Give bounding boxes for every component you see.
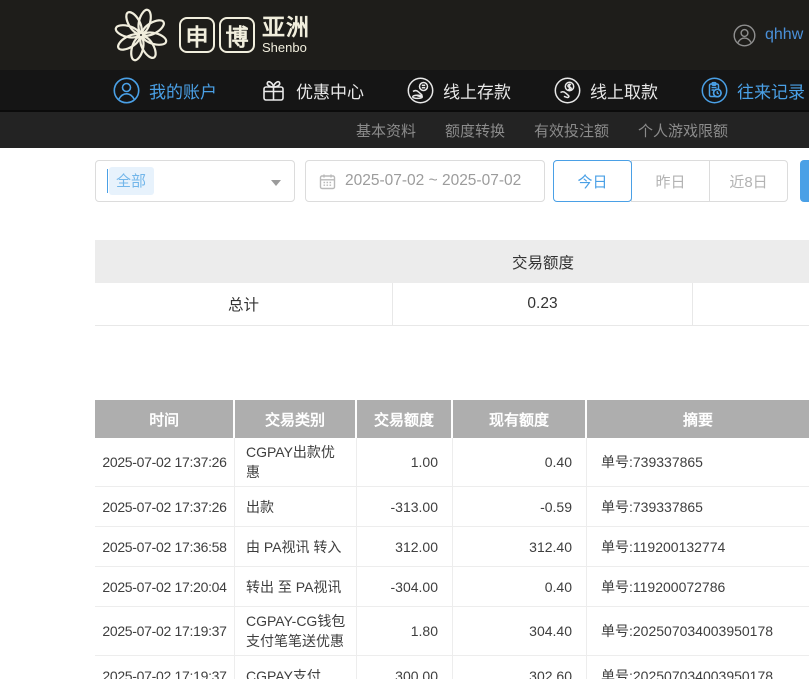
transactions-table: 时间 交易类别 交易额度 现有额度 摘要 2025-07-02 17:37:26… <box>95 400 809 679</box>
cell-category: 出款 <box>235 487 357 526</box>
cell-amount: -304.00 <box>357 567 453 606</box>
cell-category: 转出 至 PA视讯 <box>235 567 357 606</box>
cell-time: 2025-07-02 17:19:37 <box>95 656 235 679</box>
user-circle-icon <box>113 77 140 104</box>
logo-char-bo: 博 <box>219 17 255 53</box>
chevron-down-icon <box>271 180 281 186</box>
summary-empty-cell <box>693 283 809 325</box>
nav-label: 线上存款 <box>443 78 511 103</box>
nav-label: 我的账户 <box>149 78 217 103</box>
cell-category: 由 PA视讯 转入 <box>235 527 357 566</box>
user-account[interactable]: qhhw <box>733 0 803 70</box>
withdraw-hand-coin-icon <box>554 77 581 104</box>
nav-label: 优惠中心 <box>296 78 364 103</box>
cell-time: 2025-07-02 17:37:26 <box>95 487 235 526</box>
subnav-item-valid-bets[interactable]: 有效投注额 <box>534 120 609 141</box>
summary-total-row: 总计 0.23 <box>95 283 809 326</box>
cell-amount: 1.80 <box>357 607 453 655</box>
selected-type-token[interactable]: 全部 <box>109 167 154 195</box>
records-clipboard-clock-icon <box>701 77 728 104</box>
cell-note: 单号:739337865 <box>587 438 809 486</box>
subnav-item-game-limits[interactable]: 个人游戏限额 <box>638 120 728 141</box>
cell-time: 2025-07-02 17:19:37 <box>95 607 235 655</box>
table-row: 2025-07-02 17:36:58 由 PA视讯 转入 312.00 312… <box>95 527 809 567</box>
col-header-note: 摘要 <box>587 400 809 438</box>
nav-item-withdraw[interactable]: 线上取款 <box>554 77 658 104</box>
cell-balance: 304.40 <box>453 607 587 655</box>
logo-region-text: 亚洲 <box>262 16 310 39</box>
nav-item-transaction-records[interactable]: 往来记录 <box>701 77 805 104</box>
cell-amount: 312.00 <box>357 527 453 566</box>
summary-table: 交易额度 总计 0.23 <box>95 240 809 326</box>
text-cursor <box>107 169 108 193</box>
col-header-category: 交易类别 <box>235 400 357 438</box>
table-row: 2025-07-02 17:37:26 出款 -313.00 -0.59 单号:… <box>95 487 809 527</box>
cell-time: 2025-07-02 17:36:58 <box>95 527 235 566</box>
subnav-item-credit-transfer[interactable]: 额度转换 <box>445 120 505 141</box>
date-range-input[interactable]: 2025-07-02 ~ 2025-07-02 <box>305 160 545 202</box>
cell-category: CGPAY-CG钱包支付笔笔送优惠 <box>235 607 357 655</box>
nav-label: 往来记录 <box>737 78 805 103</box>
cell-time: 2025-07-02 17:20:04 <box>95 567 235 606</box>
gift-icon <box>260 77 287 104</box>
subnav-item-basic-info[interactable]: 基本资料 <box>356 120 416 141</box>
top-header: 申 博 亚洲 Shenbo qhhw <box>0 0 809 70</box>
last-8-days-button[interactable]: 近8日 <box>709 160 788 202</box>
screen: 申 博 亚洲 Shenbo qhhw 我的账户 <box>0 0 809 679</box>
table-header-row: 时间 交易类别 交易额度 现有额度 摘要 <box>95 400 809 438</box>
avatar-icon <box>733 24 756 47</box>
cell-amount: -313.00 <box>357 487 453 526</box>
table-row: 2025-07-02 17:19:37 CGPAY-CG钱包支付笔笔送优惠 1.… <box>95 607 809 656</box>
cell-category: CGPAY出款优惠 <box>235 438 357 486</box>
cell-note: 单号:119200072786 <box>587 567 809 606</box>
today-button[interactable]: 今日 <box>553 160 632 202</box>
brand-logo[interactable]: 申 博 亚洲 Shenbo <box>113 0 310 70</box>
cell-note: 单号:739337865 <box>587 487 809 526</box>
cell-balance: 302.60 <box>453 656 587 679</box>
col-header-amount: 交易额度 <box>357 400 453 438</box>
content-area: 全部 2025-07-02 ~ 2025-07-02 今日 昨日 近8日 交易额… <box>0 148 809 679</box>
cell-amount: 1.00 <box>357 438 453 486</box>
quick-date-buttons: 今日 昨日 近8日 <box>553 160 788 202</box>
logo-char-shen: 申 <box>179 17 215 53</box>
deposit-hand-coin-icon <box>407 77 434 104</box>
logo-subtitle: Shenbo <box>262 41 310 54</box>
cell-balance: 0.40 <box>453 567 587 606</box>
cell-balance: 0.40 <box>453 438 587 486</box>
main-nav: 我的账户 优惠中心 线上存款 <box>0 70 809 110</box>
table-row: 2025-07-02 17:20:04 转出 至 PA视讯 -304.00 0.… <box>95 567 809 607</box>
nav-item-deposit[interactable]: 线上存款 <box>407 77 511 104</box>
nav-item-my-account[interactable]: 我的账户 <box>113 77 217 104</box>
cell-note: 单号:202507034003950178 <box>587 607 809 655</box>
cell-note: 单号:202507034003950178 <box>587 656 809 679</box>
date-range-text: 2025-07-02 ~ 2025-07-02 <box>345 172 521 190</box>
table-row: 2025-07-02 17:19:37 CGPAY支付 300.00 302.6… <box>95 656 809 679</box>
flower-logo-icon <box>113 7 169 63</box>
cell-balance: -0.59 <box>453 487 587 526</box>
cell-balance: 312.40 <box>453 527 587 566</box>
username-text: qhhw <box>765 26 803 44</box>
cell-time: 2025-07-02 17:37:26 <box>95 438 235 486</box>
type-select[interactable]: 全部 <box>95 160 295 202</box>
cell-category: CGPAY支付 <box>235 656 357 679</box>
nav-item-promotions[interactable]: 优惠中心 <box>260 77 364 104</box>
summary-total-value: 0.23 <box>393 283 693 325</box>
search-button[interactable] <box>800 160 809 202</box>
summary-header-row: 交易额度 <box>95 240 809 283</box>
summary-total-label: 总计 <box>95 283 393 325</box>
cell-amount: 300.00 <box>357 656 453 679</box>
sub-nav: 基本资料 额度转换 有效投注额 个人游戏限额 <box>0 110 809 148</box>
yesterday-button[interactable]: 昨日 <box>631 160 710 202</box>
nav-label: 线上取款 <box>590 78 658 103</box>
col-header-balance: 现有额度 <box>453 400 587 438</box>
col-header-time: 时间 <box>95 400 235 438</box>
table-row: 2025-07-02 17:37:26 CGPAY出款优惠 1.00 0.40 … <box>95 438 809 487</box>
summary-header-label: 交易额度 <box>393 240 693 283</box>
cell-note: 单号:119200132774 <box>587 527 809 566</box>
calendar-icon <box>319 173 336 190</box>
